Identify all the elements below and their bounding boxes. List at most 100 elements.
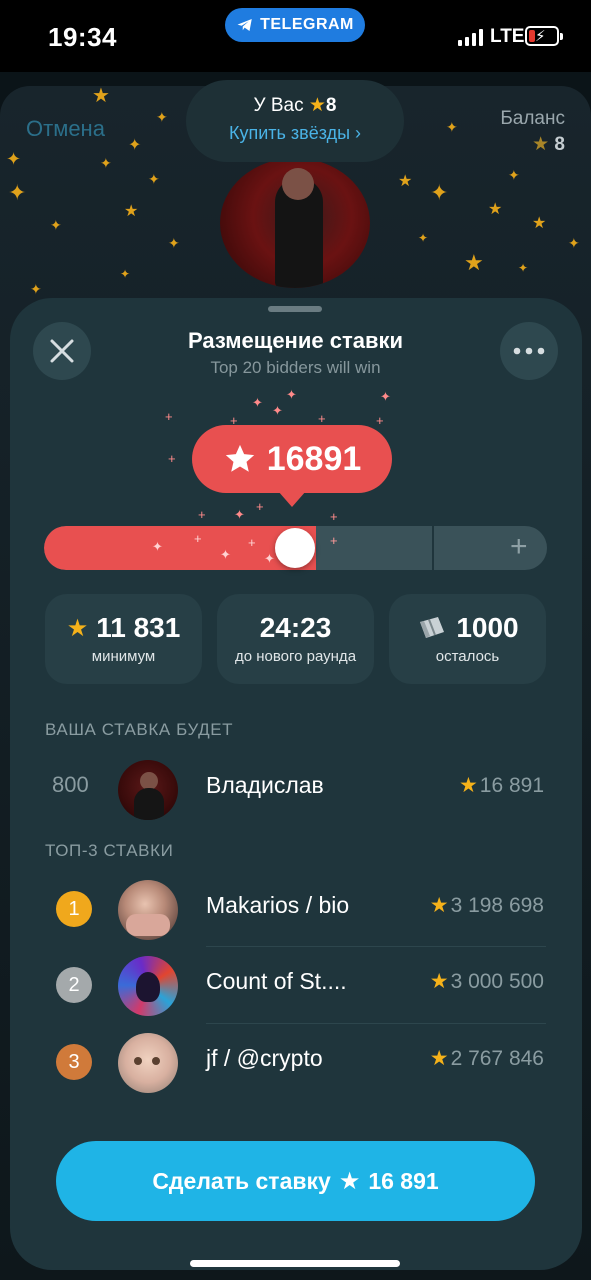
top-bid-row-3[interactable]: 3 jf / @crypto ★ 2 767 846 xyxy=(40,1027,546,1097)
sparkle-icon: ✦ xyxy=(120,267,131,281)
star-icon xyxy=(225,444,254,472)
chevron-right-icon: › xyxy=(355,123,362,143)
bidder-name: Makarios / bio xyxy=(206,892,350,918)
place-bid-amount: 16 891 xyxy=(368,1167,439,1194)
sparkle-icon: ★ xyxy=(398,173,413,190)
top-bid-row-1[interactable]: 1 Makarios / bio ★ 3 198 698 xyxy=(40,874,546,944)
network-type: LTE xyxy=(490,26,525,47)
balance-value: 8 xyxy=(554,134,565,155)
star-icon: ★ xyxy=(338,1167,361,1195)
buy-stars-link[interactable]: Купить звёзды › xyxy=(186,123,404,144)
telegram-icon xyxy=(237,19,252,31)
sheet-grabber[interactable] xyxy=(268,306,322,312)
cancel-link[interactable]: Отмена xyxy=(26,116,105,142)
sparkle-icon: ✦ xyxy=(50,217,62,233)
bid-amount-value: 16 891 xyxy=(479,773,544,797)
bid-amount-value: 2 767 846 xyxy=(450,1046,544,1070)
bid-amount-bubble: 16891 xyxy=(192,425,392,507)
sparkle-icon: ✦ xyxy=(128,137,142,154)
balance-popup-label: У Вас xyxy=(253,95,304,116)
buy-stars-label: Купить звёзды xyxy=(228,123,351,143)
row-divider xyxy=(206,946,546,947)
place-bid-label: Сделать ставку xyxy=(152,1167,331,1194)
rank-number: 800 xyxy=(52,772,89,797)
sparkle-icon: ★ xyxy=(532,215,547,232)
sparkle-icon: ★ xyxy=(488,201,503,218)
sparkle-icon: ✦ xyxy=(518,261,529,275)
your-bid-section-title: ВАША СТАВКА БУДЕТ xyxy=(45,720,234,739)
star-icon: ★ xyxy=(429,1047,449,1070)
stat-label: минимум xyxy=(91,648,156,665)
battery-icon: ⚡ xyxy=(525,26,563,46)
sparkle-icon: ✦ xyxy=(446,119,458,135)
top-bid-row-2[interactable]: 2 Count of St.... ★ 3 000 500 xyxy=(40,950,546,1020)
bidder-name: Count of St.... xyxy=(206,968,347,994)
stat-remaining: 1000 осталось xyxy=(389,594,546,684)
medal-2-icon: 2 xyxy=(56,967,92,1003)
background-avatar xyxy=(220,158,370,288)
sheet-title: Размещение ставки xyxy=(187,328,404,353)
balance-popup-value: 8 xyxy=(325,95,337,116)
star-icon: ★ xyxy=(429,970,449,993)
stat-value: 24:23 xyxy=(259,612,332,643)
sparkle-icon: ✦ xyxy=(418,231,429,245)
sparkle-icon: ✦ xyxy=(148,171,160,187)
place-bid-button[interactable]: Сделать ставку ★ 16 891 xyxy=(56,1141,535,1221)
row-divider xyxy=(206,1023,546,1024)
slider-divider xyxy=(432,526,434,570)
sheet-subtitle: Top 20 bidders will win xyxy=(210,358,381,377)
avatar xyxy=(118,1033,178,1093)
bid-amount-value: 16891 xyxy=(266,439,362,478)
bid-amount: ★ 2 767 846 xyxy=(430,1046,544,1071)
background-balance: Баланс ★ 8 xyxy=(500,106,565,158)
stat-value: 11 831 xyxy=(96,612,181,643)
balance-label: Баланс xyxy=(500,108,565,129)
bid-amount: ★ 3 198 698 xyxy=(430,893,544,918)
status-bar: 19:34 TELEGRAM LTE ⚡ xyxy=(0,0,591,72)
sparkle-icon: ✦ xyxy=(156,109,168,125)
stat-minimum: ★ 11 831 минимум xyxy=(45,594,202,684)
medal-1-icon: 1 xyxy=(56,891,92,927)
status-time: 19:34 xyxy=(48,22,117,52)
bid-amount-value: 3 198 698 xyxy=(450,893,544,917)
stat-label: осталось xyxy=(435,648,500,665)
sparkle-icon: ✦ xyxy=(168,235,180,251)
your-bid-row: 800 Владислав ★ 16 891 xyxy=(40,754,546,824)
sparkle-icon: ✦ xyxy=(508,167,520,183)
bidder-name: jf / @crypto xyxy=(206,1045,323,1071)
avatar xyxy=(118,956,178,1016)
plus-icon[interactable]: + xyxy=(510,530,528,564)
stat-round-timer: 24:23 до нового раунда xyxy=(217,594,374,684)
sparkle-icon: ✦ xyxy=(30,281,42,297)
sparkle-icon: ★ xyxy=(92,85,110,107)
avatar xyxy=(118,760,178,820)
sparkle-icon: ★ xyxy=(124,203,139,220)
star-icon: ★ xyxy=(429,894,449,917)
sparkle-icon: ✦ xyxy=(568,235,580,251)
star-icon: ★ xyxy=(458,774,478,797)
stat-label: до нового раунда xyxy=(234,648,357,665)
sparkle-icon: ✦ xyxy=(100,155,112,171)
sparkle-icon: ✦ xyxy=(430,180,449,205)
bidder-name: Владислав xyxy=(206,772,324,798)
star-icon: ★ xyxy=(308,95,326,116)
sparkle-icon: ★ xyxy=(464,250,484,275)
stat-value: 1000 xyxy=(456,612,519,643)
medal-3-icon: 3 xyxy=(56,1044,92,1080)
gift-icon xyxy=(420,617,445,638)
balance-popup: У Вас ★8 Купить звёзды › xyxy=(186,80,404,162)
home-indicator xyxy=(190,1260,400,1267)
star-icon: ★ xyxy=(66,614,89,642)
telegram-label: TELEGRAM xyxy=(260,16,354,33)
bid-amount: ★ 3 000 500 xyxy=(430,969,544,994)
signal-icon xyxy=(458,28,483,46)
bid-amount-value: 3 000 500 xyxy=(450,969,544,993)
slider-thumb[interactable] xyxy=(275,528,315,568)
star-icon: ★ xyxy=(532,134,550,155)
top-bids-section-title: ТОП-3 СТАВКИ xyxy=(45,841,174,860)
telegram-pill[interactable]: TELEGRAM xyxy=(225,8,365,42)
sparkle-icon: ✦ xyxy=(8,180,27,205)
sparkle-icon: ✦ xyxy=(6,149,22,169)
avatar xyxy=(118,880,178,940)
bid-amount: ★ 16 891 xyxy=(459,773,544,798)
